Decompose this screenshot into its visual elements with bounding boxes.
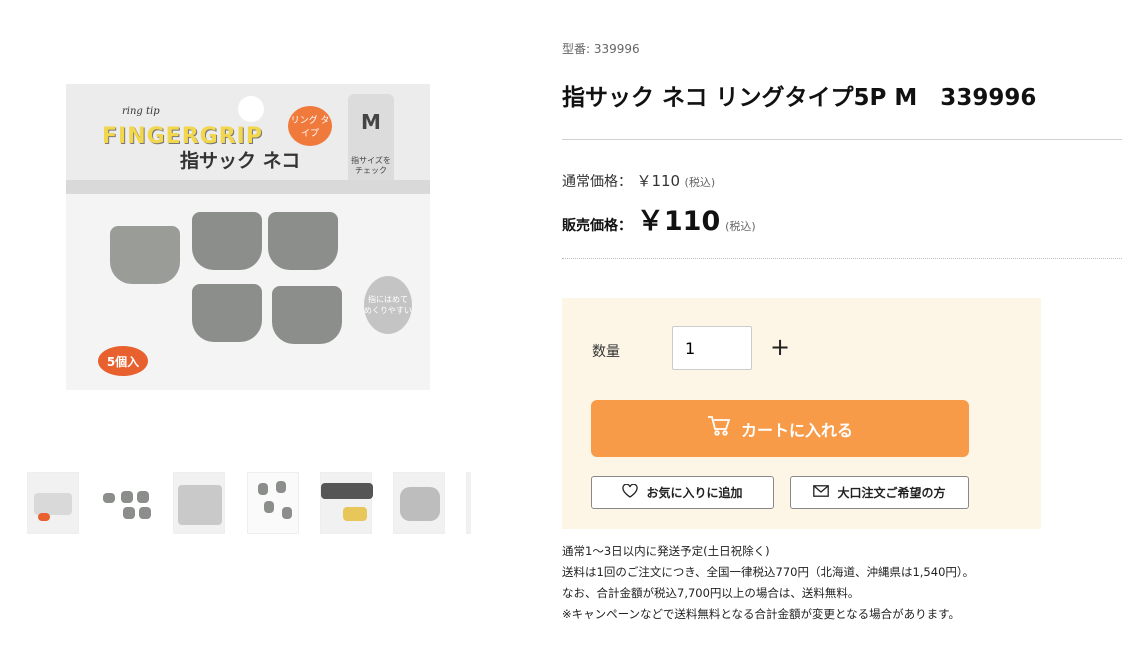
bulk-order-label: 大口注文ご希望の方 — [837, 486, 946, 500]
shipping-notes: 通常1〜3日以内に発送予定(土日祝除く) 送料は1回のご注文につき、全国一律税込… — [562, 541, 974, 625]
shipping-line: 通常1〜3日以内に発送予定(土日祝除く) — [562, 544, 770, 558]
quantity-input[interactable] — [672, 326, 752, 370]
sale-price-row: 販売価格： ￥110 (税込) — [562, 199, 756, 238]
cat-cap — [192, 212, 262, 270]
shipping-line: なお、合計金額が税込7,700円以上の場合は、送料無料。 — [562, 586, 860, 600]
add-to-cart-label: カートに入れる — [740, 422, 853, 440]
quantity-plus-button[interactable]: + — [768, 334, 792, 360]
count-badge: 5個入 — [98, 346, 148, 376]
cat-cap — [110, 226, 180, 284]
thumbnail-6[interactable] — [393, 472, 445, 534]
cart-icon — [707, 415, 731, 442]
cat-cap — [272, 286, 342, 344]
heart-icon — [622, 483, 639, 501]
regular-price: ￥110 — [636, 172, 681, 190]
regular-price-label: 通常価格： — [562, 174, 632, 190]
product-main-image: ring tip FINGERGRIP 指サック ネコ リング タイプ M 指サ… — [66, 84, 430, 390]
regular-price-row: 通常価格： ￥110 (税込) — [562, 170, 715, 191]
thumbnail-3[interactable] — [173, 472, 225, 534]
favorites-label: お気に入りに追加 — [646, 486, 743, 500]
finger-caps — [110, 212, 342, 352]
hang-hole — [238, 96, 264, 122]
product-title: 指サック ネコ リングタイプ5P M 339996 — [562, 85, 1037, 111]
bulk-order-button[interactable]: 大口注文ご希望の方 — [790, 476, 969, 509]
package-small-text: ring tip — [122, 106, 160, 117]
mail-icon — [813, 485, 830, 500]
add-to-cart-button[interactable]: カートに入れる — [591, 400, 969, 457]
ring-sticker: 指にはめて めくりやすい — [364, 276, 412, 334]
size-tag: M 指サイズを チェック — [348, 94, 394, 190]
package-header-card: ring tip FINGERGRIP 指サック ネコ リング タイプ M 指サ… — [66, 84, 430, 194]
package-name: 指サック ネコ — [180, 150, 301, 172]
divider — [562, 139, 1122, 140]
size-letter: M — [361, 110, 381, 134]
cat-cap — [192, 284, 262, 342]
sale-price-label: 販売価格： — [562, 218, 632, 234]
thumbnail-strip — [27, 472, 471, 536]
ring-type-bubble: リング タイプ — [288, 106, 332, 146]
add-to-favorites-button[interactable]: お気に入りに追加 — [591, 476, 774, 509]
thumbnail-7[interactable] — [466, 472, 471, 534]
sale-price-tax: (税込) — [725, 220, 756, 233]
shipping-line: 送料は1回のご注文につき、全国一律税込770円（北海道、沖縄県は1,540円）。 — [562, 565, 975, 579]
thumbnail-5[interactable] — [320, 472, 373, 534]
thumbnail-4[interactable] — [247, 472, 299, 534]
divider-dotted — [562, 258, 1122, 260]
purchase-box: 数量 + カートに入れる お気に入りに追加 大口注文ご希望の方 — [562, 298, 1041, 529]
package-stripe — [66, 180, 430, 194]
model-number: 型番: 339996 — [562, 42, 640, 56]
sale-price: ￥110 — [636, 206, 721, 237]
shipping-line: ※キャンペーンなどで送料無料となる合計金額が変更となる場合があります。 — [562, 607, 960, 621]
size-note: 指サイズを チェック — [351, 156, 391, 175]
cat-cap — [268, 212, 338, 270]
quantity-label: 数量 — [592, 344, 620, 360]
thumbnail-1[interactable] — [27, 472, 79, 534]
regular-price-tax: (税込) — [684, 176, 716, 189]
thumbnail-2[interactable] — [100, 472, 152, 534]
